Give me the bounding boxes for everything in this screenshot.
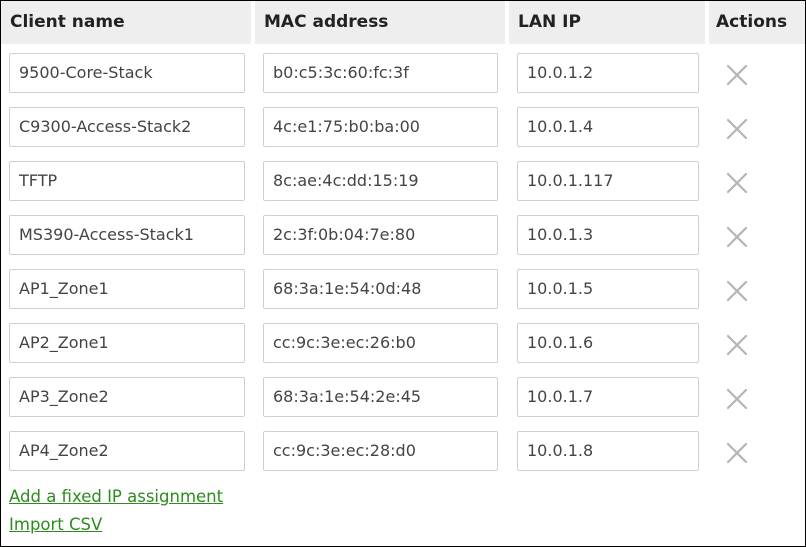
lan-ip-input[interactable]: 10.0.1.8 xyxy=(517,431,699,471)
lan-ip-input[interactable]: 10.0.1.5 xyxy=(517,269,699,309)
lan-ip-input[interactable]: 10.0.1.7 xyxy=(517,377,699,417)
client-name-input[interactable]: AP3_Zone2 xyxy=(9,377,245,417)
delete-row-button[interactable] xyxy=(725,441,749,465)
close-icon xyxy=(726,64,748,86)
delete-row-button[interactable] xyxy=(725,63,749,87)
table-row: TFTP 8c:ae:4c:dd:15:19 10.0.1.117 xyxy=(1,161,805,215)
lan-ip-input[interactable]: 10.0.1.3 xyxy=(517,215,699,255)
client-name-input[interactable]: AP2_Zone1 xyxy=(9,323,245,363)
close-icon xyxy=(726,442,748,464)
client-name-input[interactable]: AP4_Zone2 xyxy=(9,431,245,471)
mac-address-input[interactable]: 4c:e1:75:b0:ba:00 xyxy=(263,107,498,147)
add-fixed-ip-assignment-link[interactable]: Add a fixed IP assignment xyxy=(9,483,223,511)
column-header-lan-ip: LAN IP xyxy=(509,1,705,44)
delete-row-button[interactable] xyxy=(725,279,749,303)
column-header-mac-address: MAC address xyxy=(255,1,505,44)
table-footer-links: Add a fixed IP assignment Import CSV xyxy=(9,483,223,539)
column-header-actions: Actions xyxy=(709,1,805,44)
mac-address-input[interactable]: b0:c5:3c:60:fc:3f xyxy=(263,53,498,93)
close-icon xyxy=(726,118,748,140)
fixed-ip-assignments-panel: Client name MAC address LAN IP Actions 9… xyxy=(0,0,806,547)
mac-address-input[interactable]: cc:9c:3e:ec:26:b0 xyxy=(263,323,498,363)
client-name-input[interactable]: C9300-Access-Stack2 xyxy=(9,107,245,147)
delete-row-button[interactable] xyxy=(725,387,749,411)
mac-address-input[interactable]: 8c:ae:4c:dd:15:19 xyxy=(263,161,498,201)
table-header: Client name MAC address LAN IP Actions xyxy=(1,1,805,44)
client-name-input[interactable]: 9500-Core-Stack xyxy=(9,53,245,93)
table-row: MS390-Access-Stack1 2c:3f:0b:04:7e:80 10.0… xyxy=(1,215,805,269)
import-csv-link[interactable]: Import CSV xyxy=(9,511,223,539)
mac-address-input[interactable]: 68:3a:1e:54:2e:45 xyxy=(263,377,498,417)
table-row: 9500-Core-Stack b0:c5:3c:60:fc:3f 10.0.1.2 xyxy=(1,53,805,107)
client-name-input[interactable]: TFTP xyxy=(9,161,245,201)
client-name-input[interactable]: AP1_Zone1 xyxy=(9,269,245,309)
lan-ip-input[interactable]: 10.0.1.2 xyxy=(517,53,699,93)
delete-row-button[interactable] xyxy=(725,225,749,249)
table-row: AP3_Zone2 68:3a:1e:54:2e:45 10.0.1.7 xyxy=(1,377,805,431)
close-icon xyxy=(726,280,748,302)
mac-address-input[interactable]: 68:3a:1e:54:0d:48 xyxy=(263,269,498,309)
close-icon xyxy=(726,334,748,356)
close-icon xyxy=(726,226,748,248)
table-row: AP4_Zone2 cc:9c:3e:ec:28:d0 10.0.1.8 xyxy=(1,431,805,485)
delete-row-button[interactable] xyxy=(725,171,749,195)
close-icon xyxy=(726,172,748,194)
client-name-input[interactable]: MS390-Access-Stack1 xyxy=(9,215,245,255)
lan-ip-input[interactable]: 10.0.1.4 xyxy=(517,107,699,147)
mac-address-input[interactable]: cc:9c:3e:ec:28:d0 xyxy=(263,431,498,471)
table-row: AP1_Zone1 68:3a:1e:54:0d:48 10.0.1.5 xyxy=(1,269,805,323)
delete-row-button[interactable] xyxy=(725,117,749,141)
table-row: AP2_Zone1 cc:9c:3e:ec:26:b0 10.0.1.6 xyxy=(1,323,805,377)
lan-ip-input[interactable]: 10.0.1.6 xyxy=(517,323,699,363)
delete-row-button[interactable] xyxy=(725,333,749,357)
column-header-client-name: Client name xyxy=(1,1,251,44)
close-icon xyxy=(726,388,748,410)
mac-address-input[interactable]: 2c:3f:0b:04:7e:80 xyxy=(263,215,498,255)
table-row: C9300-Access-Stack2 4c:e1:75:b0:ba:00 10.0… xyxy=(1,107,805,161)
lan-ip-input[interactable]: 10.0.1.117 xyxy=(517,161,699,201)
